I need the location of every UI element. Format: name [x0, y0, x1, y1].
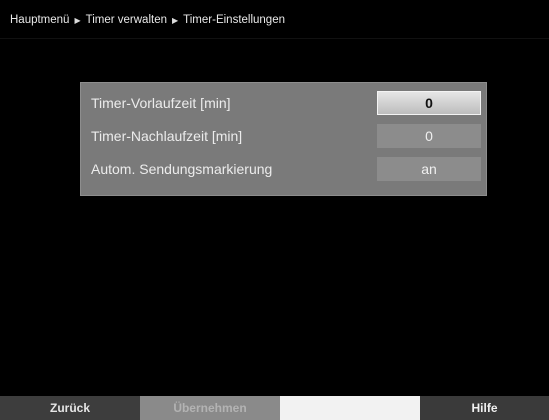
breadcrumb-item-timer-settings: Timer-Einstellungen: [183, 14, 285, 26]
breadcrumb-separator-icon: ▶: [172, 15, 179, 25]
breadcrumb-item-timer-manage[interactable]: Timer verwalten: [86, 14, 167, 26]
breadcrumb-separator-icon: ▶: [74, 15, 81, 25]
setting-label: Timer-Nachlaufzeit [min]: [91, 128, 243, 144]
setting-label: Timer-Vorlaufzeit [min]: [91, 95, 231, 111]
back-button[interactable]: Zurück: [0, 396, 140, 420]
yellow-function-button[interactable]: [280, 396, 420, 420]
setting-row-post-roll[interactable]: Timer-Nachlaufzeit [min] 0: [91, 123, 481, 149]
setting-value-field[interactable]: 0: [377, 124, 481, 148]
setting-row-pre-roll[interactable]: Timer-Vorlaufzeit [min] 0: [91, 90, 481, 116]
function-key-bar: Zurück Übernehmen Hilfe: [0, 396, 549, 420]
help-button[interactable]: Hilfe: [420, 396, 549, 420]
tv-menu-screen: Hauptmenü ▶ Timer verwalten ▶ Timer-Eins…: [0, 0, 549, 420]
setting-row-auto-marking[interactable]: Autom. Sendungsmarkierung an: [91, 156, 481, 182]
breadcrumb-item-main-menu[interactable]: Hauptmenü: [10, 14, 69, 26]
header-divider: [0, 38, 549, 39]
setting-label: Autom. Sendungsmarkierung: [91, 161, 273, 177]
setting-value-field[interactable]: 0: [377, 91, 481, 115]
breadcrumb: Hauptmenü ▶ Timer verwalten ▶ Timer-Eins…: [10, 12, 285, 28]
setting-value-field[interactable]: an: [377, 157, 481, 181]
apply-button[interactable]: Übernehmen: [140, 396, 280, 420]
settings-panel: Timer-Vorlaufzeit [min] 0 Timer-Nachlauf…: [80, 82, 487, 196]
